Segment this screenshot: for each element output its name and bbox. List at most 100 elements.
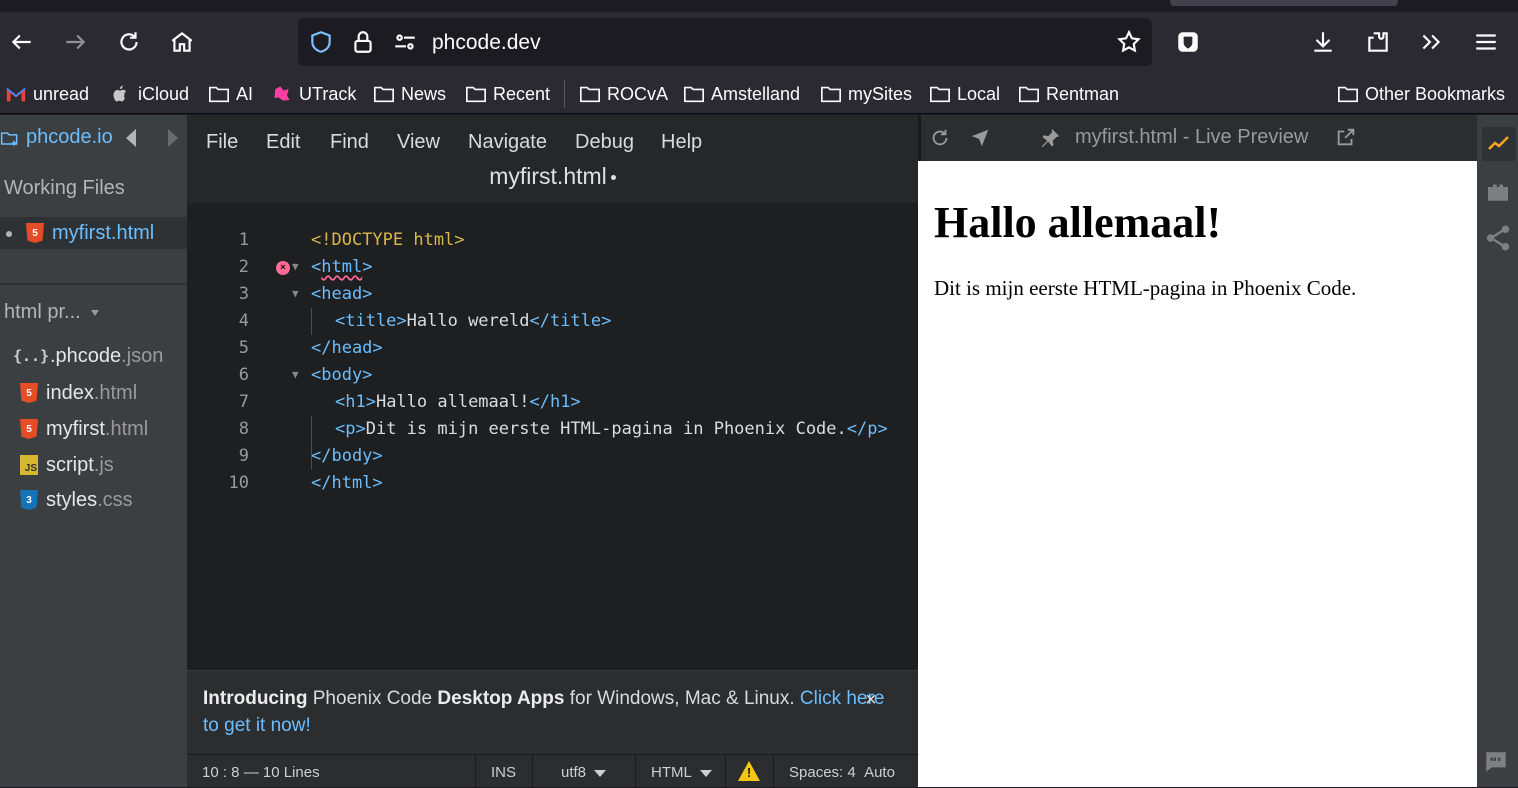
nav-forward-arrow-icon[interactable]	[168, 129, 178, 147]
fold-arrow-icon[interactable]: ▼	[292, 287, 299, 300]
bookmark-folder-amstelland[interactable]: Amstelland	[683, 82, 800, 106]
shield-icon[interactable]	[308, 29, 334, 55]
cursor-position[interactable]: 10 : 8 — 10 Lines	[202, 764, 320, 781]
pin-icon[interactable]	[1039, 127, 1061, 149]
code-line: 3 ▼ <head>	[187, 281, 918, 308]
bookmark-utrack[interactable]: UTrack	[271, 82, 356, 106]
live-preview-toggle[interactable]	[1482, 127, 1516, 161]
code-line: 4 <title>Hallo wereld</title>	[187, 308, 918, 335]
project-name[interactable]: phcode.io	[26, 126, 113, 149]
bookmark-folder-ai[interactable]: AI	[208, 82, 253, 106]
line-number: 1	[238, 230, 249, 250]
bookmarks-separator	[564, 80, 565, 108]
menu-view[interactable]: View	[397, 131, 440, 154]
file-extension: .html	[104, 417, 149, 440]
bookmark-folder-news[interactable]: News	[373, 82, 446, 106]
menu-find[interactable]: Find	[330, 131, 369, 154]
spaces-auto[interactable]: Auto	[864, 764, 895, 781]
code-text: <body>	[311, 365, 373, 385]
reload-button[interactable]	[109, 22, 149, 62]
language-dropdown[interactable]: HTML	[651, 764, 712, 781]
menu-file[interactable]: File	[206, 131, 238, 154]
file-tree-item[interactable]: JS script.js	[20, 451, 114, 479]
back-button[interactable]	[2, 22, 42, 62]
file-tree-item[interactable]: 5 index.html	[20, 379, 137, 407]
sidebar: phcode.io Working Files 5 myfirst.html h…	[0, 115, 187, 787]
file-tree-item[interactable]: {..} .phcode.json	[12, 342, 164, 370]
nav-back-arrow-icon[interactable]	[126, 129, 136, 147]
tab-stub[interactable]	[1170, 0, 1398, 6]
extensions-icon[interactable]	[1483, 177, 1513, 207]
bookmark-folder-rentman[interactable]: Rentman	[1018, 82, 1119, 106]
bookmark-folder-rocva[interactable]: ROCvA	[579, 82, 668, 106]
url-text[interactable]: phcode.dev	[432, 31, 541, 55]
folder-icon	[580, 86, 600, 103]
share-icon[interactable]	[1483, 223, 1513, 253]
pointer-mode-icon[interactable]	[969, 127, 991, 149]
banner-intro: Introducing	[203, 688, 308, 709]
json-file-icon: {..}	[12, 347, 50, 365]
bitwarden-button[interactable]	[1168, 22, 1208, 62]
back-icon	[11, 34, 31, 50]
bookmark-label: mySites	[848, 83, 913, 104]
bookmark-folder-mysites[interactable]: mySites	[820, 82, 912, 106]
insert-mode[interactable]: INS	[491, 764, 516, 781]
bookmark-label: unread	[33, 83, 90, 104]
encoding-dropdown[interactable]: utf8	[561, 764, 607, 781]
bookmark-label: iCloud	[138, 83, 190, 104]
folder-icon	[821, 86, 841, 103]
css-file-icon: 3	[20, 490, 38, 510]
preview-document: Hallo allemaal! Dit is mijn eerste HTML-…	[922, 161, 1477, 787]
file-tree-item[interactable]: 5 myfirst.html	[20, 415, 148, 443]
bookmark-folder-other[interactable]: Other Bookmarks	[1337, 82, 1505, 106]
line-number: 4	[238, 311, 249, 331]
bookmark-folder-local[interactable]: Local	[929, 82, 1000, 106]
lock-icon[interactable]	[350, 29, 376, 55]
js-file-icon: JS	[20, 455, 38, 475]
utrack-icon	[274, 86, 290, 101]
app-menu-button[interactable]	[1466, 22, 1506, 62]
line-number: 7	[238, 392, 249, 412]
warning-icon[interactable]: !	[738, 761, 760, 781]
live-preview-title: myfirst.html - Live Preview	[1075, 126, 1308, 149]
fold-arrow-icon[interactable]: ▼	[292, 368, 299, 381]
working-file-name: myfirst.html	[52, 222, 154, 245]
bookmark-folder-recent[interactable]: Recent	[465, 82, 550, 106]
bookmark-star-icon[interactable]	[1116, 29, 1142, 55]
close-icon[interactable]: ×	[865, 687, 877, 714]
project-tree-heading[interactable]: html pr...	[4, 301, 99, 324]
lint-error-icon[interactable]: ×	[276, 261, 290, 275]
bookmark-label: UTrack	[299, 83, 357, 104]
file-extension: .json	[121, 344, 164, 367]
sidebar-divider	[0, 283, 187, 285]
indentation-setting[interactable]: Spaces: 4 Auto	[789, 764, 895, 781]
bookmark-icloud[interactable]: iCloud	[110, 82, 189, 106]
working-file-entry: 5 myfirst.html	[26, 219, 154, 247]
feedback-icon[interactable]	[1483, 749, 1509, 775]
menu-help[interactable]: Help	[661, 131, 702, 154]
menu-edit[interactable]: Edit	[266, 131, 300, 154]
permissions-icon[interactable]	[392, 29, 418, 55]
code-line: 10 </html>	[187, 470, 918, 497]
fold-arrow-icon[interactable]: ▼	[292, 260, 299, 273]
menu-navigate[interactable]: Navigate	[468, 131, 547, 154]
apple-icon	[113, 85, 126, 102]
file-extension: .html	[110, 221, 155, 244]
spaces-value[interactable]: 4	[847, 764, 855, 781]
home-button[interactable]	[162, 22, 202, 62]
project-switcher[interactable]: phcode.io	[0, 123, 187, 153]
extensions-button[interactable]	[1358, 22, 1398, 62]
file-tree-item[interactable]: 3 styles.css	[20, 486, 133, 514]
home-icon	[171, 31, 193, 52]
url-bar[interactable]: phcode.dev	[298, 18, 1152, 66]
open-external-icon[interactable]	[1335, 126, 1357, 148]
working-file-row[interactable]: 5 myfirst.html	[0, 217, 187, 249]
menu-debug[interactable]: Debug	[575, 131, 634, 154]
bookmark-unread[interactable]: unread	[5, 82, 89, 106]
code-text: <p>Dit is mijn eerste HTML-pagina in Pho…	[335, 419, 888, 439]
reload-icon[interactable]	[929, 127, 951, 149]
overflow-button[interactable]	[1411, 22, 1451, 62]
forward-button[interactable]	[55, 22, 95, 62]
file-extension: .css	[97, 488, 133, 511]
downloads-button[interactable]	[1303, 22, 1343, 62]
